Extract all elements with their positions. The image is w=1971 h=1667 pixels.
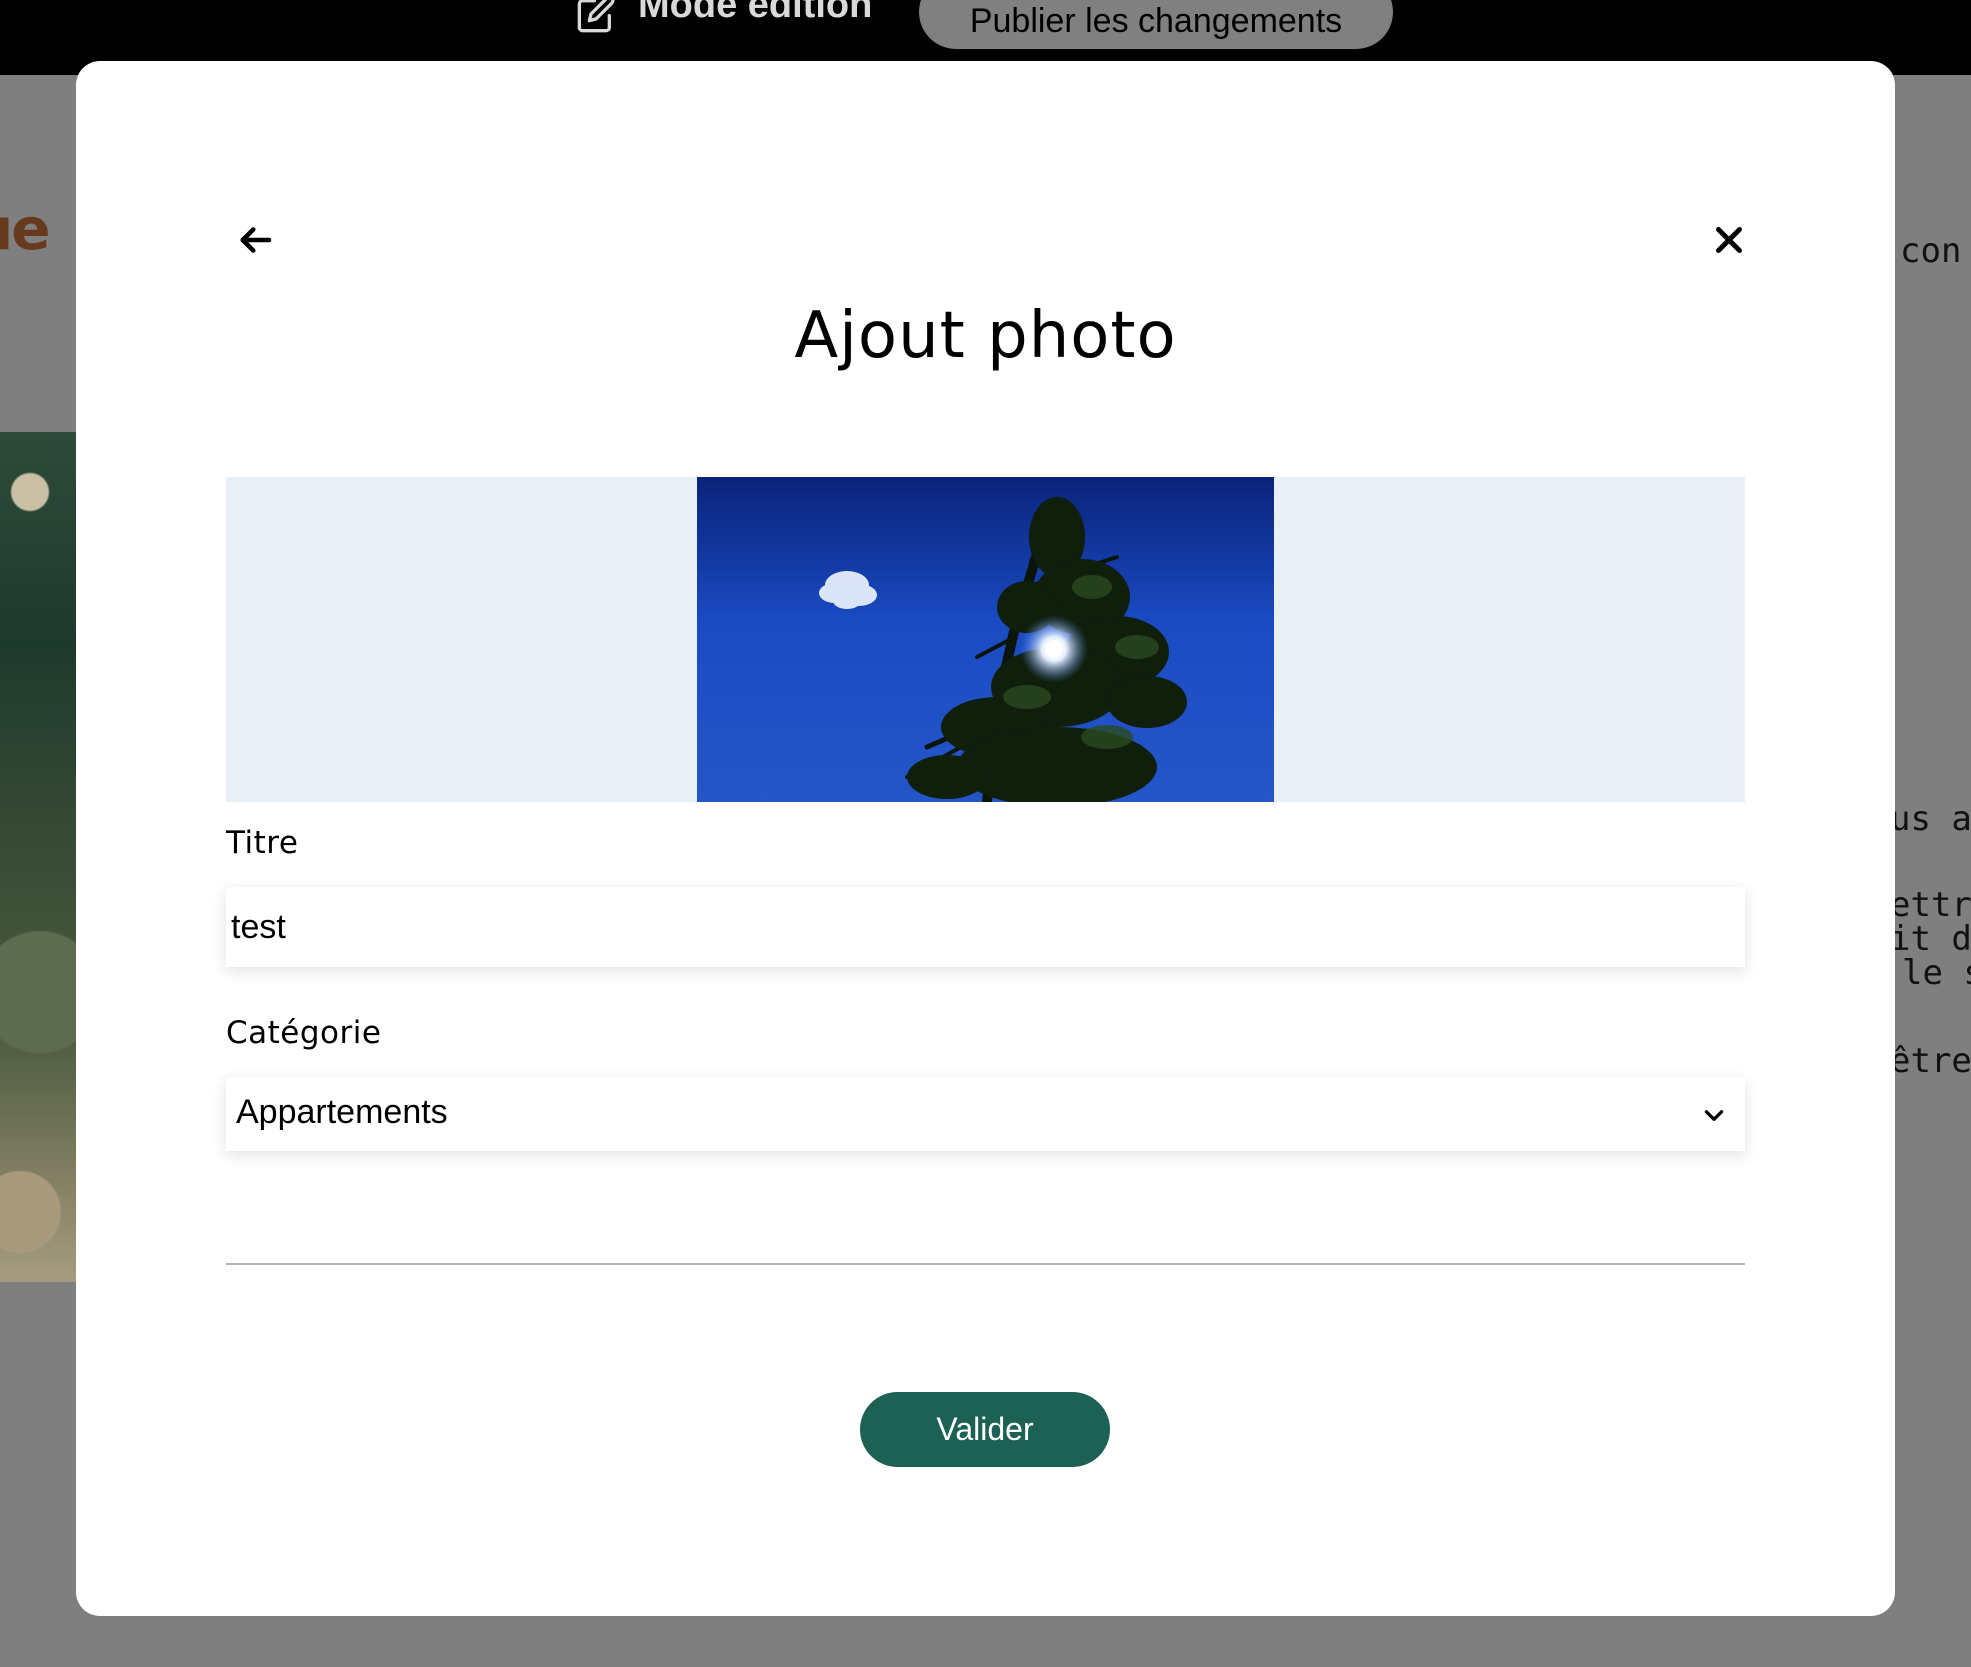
background-text: être bbox=[1890, 1041, 1971, 1081]
photo-preview-area bbox=[226, 477, 1745, 802]
background-text: us ac bbox=[1890, 799, 1971, 839]
category-select[interactable]: Appartements bbox=[226, 1077, 1745, 1151]
edit-icon bbox=[577, 0, 615, 33]
add-photo-modal: Ajout photo Titre test Catégorie Apparte… bbox=[76, 61, 1895, 1616]
photo-preview-image bbox=[697, 477, 1274, 802]
publish-changes-button[interactable]: Publier les changements bbox=[919, 0, 1393, 49]
title-field-label: Titre bbox=[226, 825, 299, 861]
close-icon[interactable] bbox=[1708, 219, 1750, 261]
background-text: le so bbox=[1902, 953, 1971, 993]
background-text: con bbox=[1900, 231, 1962, 271]
background-text: ettre bbox=[1890, 885, 1971, 925]
title-input[interactable] bbox=[226, 887, 1745, 967]
category-selected-value: Appartements bbox=[236, 1093, 448, 1131]
background-photo bbox=[0, 432, 76, 1282]
modal-title: Ajout photo bbox=[794, 299, 1177, 373]
chevron-down-icon bbox=[1704, 1110, 1724, 1121]
submit-button[interactable]: Valider bbox=[860, 1392, 1110, 1467]
back-arrow-icon[interactable] bbox=[234, 219, 276, 261]
category-field-label: Catégorie bbox=[226, 1015, 382, 1051]
background-text: it de bbox=[1890, 919, 1971, 959]
background-heading: ue bbox=[0, 195, 51, 263]
form-divider bbox=[226, 1263, 1745, 1265]
edit-mode-label: Mode édition bbox=[638, 0, 873, 26]
